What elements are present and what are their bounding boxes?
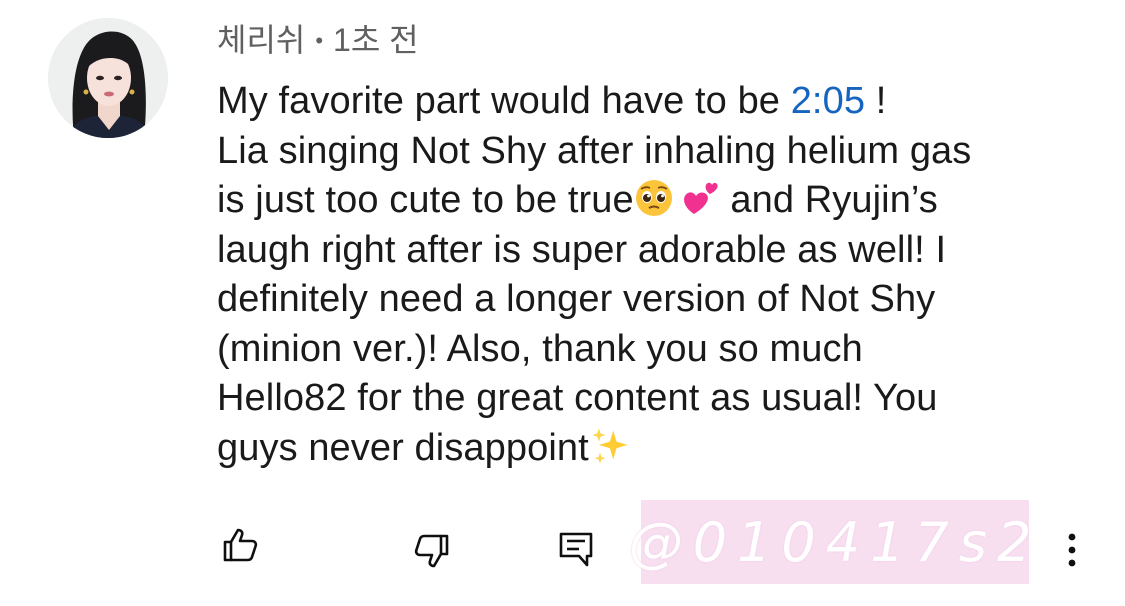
comment-line: is just too cute to be true and Ryujin’s <box>217 176 1067 226</box>
comment-line: My favorite part would have to be 2:05 ! <box>217 77 1067 127</box>
comment-line: Lia singing Not Shy after inhaling heliu… <box>217 129 972 172</box>
pleading-face-icon <box>635 180 672 216</box>
comment-text-segment: is just too cute to be true <box>217 179 634 221</box>
comment-line: (minion ver.)! Also, thank you so much <box>217 327 863 370</box>
comment-line: Hello82 for the great content as usual! … <box>217 377 938 419</box>
comment-text-segment: ! <box>865 80 887 122</box>
timestamp-link[interactable]: 2:05 <box>791 80 865 122</box>
avatar-image <box>48 18 168 138</box>
avatar[interactable] <box>48 18 168 138</box>
thumbs-down-icon <box>414 534 449 568</box>
more-vertical-icon <box>1068 533 1076 567</box>
like-button[interactable] <box>212 517 268 573</box>
separator-dot: • <box>315 28 324 53</box>
more-options-button[interactable] <box>1044 522 1100 578</box>
watermark-text: @010417s2 <box>628 510 1042 574</box>
reply-icon <box>559 532 593 567</box>
comment-line: laugh right after is super adorable as w… <box>217 228 947 271</box>
comment-line: guys never disappoint <box>217 424 1067 474</box>
comment-text-segment: My favorite part would have to be <box>217 80 791 122</box>
comment-line: definitely need a longer version of Not … <box>217 278 936 320</box>
comment-author[interactable]: 체리쉬 <box>217 22 305 58</box>
reply-button[interactable] <box>548 521 604 577</box>
comment-time: 1초 전 <box>333 22 419 58</box>
dislike-button[interactable] <box>404 523 460 579</box>
thumbs-up-icon <box>223 528 258 562</box>
comment-header: 체리쉬 • 1초 전 <box>217 20 419 61</box>
two-hearts-icon <box>683 182 718 214</box>
comment-text-segment: and Ryujin’s <box>719 179 938 221</box>
comment-text-segment: guys never disappoint <box>217 426 589 469</box>
comment-text: My favorite part would have to be 2:05 !… <box>217 77 1067 473</box>
sparkles-icon <box>592 427 628 464</box>
watermark: @010417s2 <box>629 500 1031 584</box>
